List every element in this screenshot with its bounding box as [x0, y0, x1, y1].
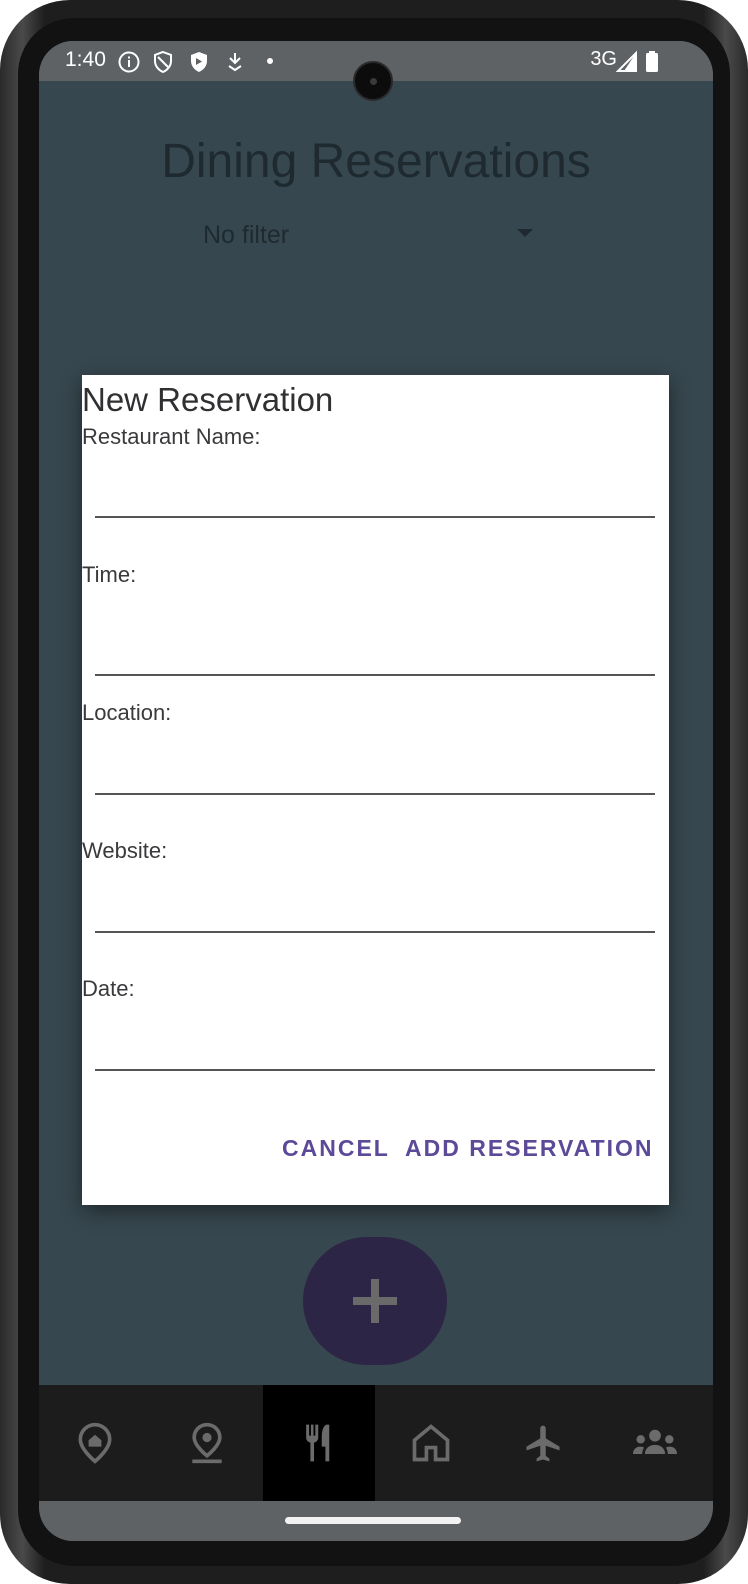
cancel-button[interactable]: CANCEL: [282, 1135, 390, 1162]
new-reservation-dialog: New Reservation Restaurant Name: Time: L…: [82, 375, 669, 1205]
date-input[interactable]: [95, 1031, 655, 1071]
location-input[interactable]: [95, 755, 655, 795]
time-input[interactable]: [95, 636, 655, 676]
time-label: Time:: [82, 562, 137, 587]
dialog-title: New Reservation: [82, 381, 334, 418]
add-reservation-button[interactable]: ADD RESERVATION: [405, 1135, 654, 1162]
date-label: Date:: [82, 976, 135, 1001]
website-label: Website:: [82, 838, 168, 863]
website-input[interactable]: [95, 893, 655, 933]
restaurant-name-input[interactable]: [95, 478, 655, 518]
restaurant-name-label: Restaurant Name:: [82, 424, 261, 449]
screen: 1:40 3G Dining Reservations No filter Ne…: [39, 41, 713, 1541]
location-label: Location:: [82, 700, 172, 725]
